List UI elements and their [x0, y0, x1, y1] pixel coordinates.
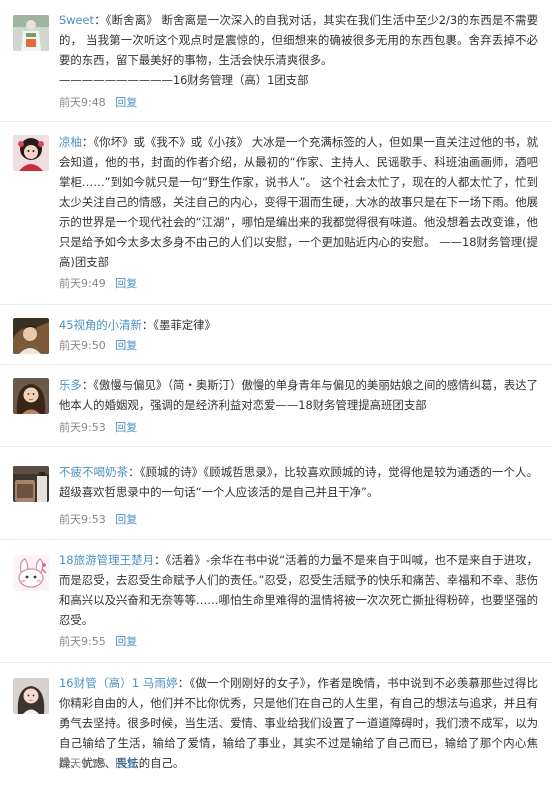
- comment-username[interactable]: 不疲不喝奶茶: [59, 465, 128, 479]
- comment-username[interactable]: 18旅游管理王楚月: [59, 553, 154, 567]
- comment-meta: 前天9:48 回复: [59, 96, 137, 110]
- comment-item: 18旅游管理王楚月：《活着》-余华在书中说“活着的力量不是来自于叫喊，也不是来自…: [0, 540, 552, 663]
- username-separator: ：: [154, 553, 166, 567]
- user-avatar[interactable]: [13, 678, 49, 714]
- username-separator: ：: [177, 676, 190, 690]
- user-avatar[interactable]: [13, 378, 49, 414]
- comment-meta: 前天9:50 回复: [59, 339, 137, 353]
- reply-button[interactable]: 回复: [115, 339, 137, 352]
- reply-button[interactable]: 回复: [115, 635, 137, 648]
- comment-item: 凉柚：《你坏》或《我不》或《小孩》 大冰是一个充满标签的人，但如果一直关注过他的…: [0, 122, 552, 305]
- comment-meta: 前天9:53 回复: [59, 421, 137, 435]
- reply-button[interactable]: 回复: [115, 513, 137, 526]
- comment-body: 《断舍离》 断舍离是一次深入的自我对话，其实在我们生活中至少2/3的东西是不需要…: [59, 13, 538, 87]
- reply-button[interactable]: 回复: [115, 421, 137, 434]
- comment-username[interactable]: 乐多: [59, 378, 82, 392]
- comment-text: 18旅游管理王楚月：《活着》-余华在书中说“活着的力量不是来自于叫喊，也不是来自…: [59, 550, 538, 630]
- comment-body: 《你坏》或《我不》或《小孩》 大冰是一个充满标签的人，但如果一直关注过他的书，就…: [59, 135, 538, 269]
- reply-button[interactable]: 回复: [115, 757, 137, 770]
- comment-item: Sweet：《断舍离》 断舍离是一次深入的自我对话，其实在我们生活中至少2/3的…: [0, 0, 552, 122]
- comment-item: 不疲不喝奶茶：《顾城的诗》《顾城哲思录》，比较喜欢顾城的诗，觉得他是较为通透的一…: [0, 447, 552, 540]
- comment-item: 16财管（高）1 马雨婷：《做一个刚刚好的女子》，作者是晚情，书中说到不必羡慕那…: [0, 663, 552, 789]
- comment-text: 乐多：《傲慢与偏见》（简・奥斯汀）傲慢的单身青年与偏见的美丽姑娘之间的感情纠葛，…: [59, 375, 538, 415]
- comment-text: Sweet：《断舍离》 断舍离是一次深入的自我对话，其实在我们生活中至少2/3的…: [59, 10, 538, 90]
- comment-time: 前天9:53: [59, 513, 106, 526]
- comment-body: 《做一个刚刚好的女子》，作者是晚情，书中说到不必羡慕那些过得比你精彩自由的人，他…: [59, 676, 538, 770]
- comment-username[interactable]: 45视角的小清新: [59, 318, 142, 332]
- comment-text: 凉柚：《你坏》或《我不》或《小孩》 大冰是一个充满标签的人，但如果一直关注过他的…: [59, 132, 538, 272]
- username-separator: ：: [141, 318, 154, 332]
- comment-time: 前天9:53: [59, 421, 106, 434]
- comment-meta: 前天9:56 回复: [59, 757, 137, 771]
- comment-text: 不疲不喝奶茶：《顾城的诗》《顾城哲思录》，比较喜欢顾城的诗，觉得他是较为通透的一…: [59, 462, 538, 502]
- user-avatar[interactable]: [13, 318, 49, 354]
- comment-meta: 前天9:53 回复: [59, 513, 137, 527]
- comment-time: 前天9:49: [59, 277, 106, 290]
- comment-body: 《墨菲定律》: [153, 318, 216, 332]
- username-separator: ：: [94, 13, 106, 27]
- user-avatar[interactable]: [13, 466, 49, 502]
- comment-username[interactable]: 16财管（高）1 马雨婷: [59, 676, 178, 690]
- comment-text: 45视角的小清新：《墨菲定律》: [59, 315, 538, 335]
- user-avatar[interactable]: [13, 135, 49, 171]
- user-avatar[interactable]: [13, 15, 49, 51]
- comment-time: 前天9:48: [59, 96, 106, 109]
- comment-username[interactable]: Sweet: [59, 13, 94, 27]
- comment-time: 前天9:50: [59, 339, 106, 352]
- reply-button[interactable]: 回复: [115, 277, 137, 290]
- comment-item: 乐多：《傲慢与偏见》（简・奥斯汀）傲慢的单身青年与偏见的美丽姑娘之间的感情纠葛，…: [0, 365, 552, 447]
- user-avatar[interactable]: [13, 555, 49, 591]
- comment-time: 前天9:56: [59, 757, 106, 770]
- reply-button[interactable]: 回复: [115, 96, 137, 109]
- comment-meta: 前天9:49 回复: [59, 277, 137, 291]
- comment-username[interactable]: 凉柚: [59, 135, 82, 149]
- comment-meta: 前天9:55 回复: [59, 635, 137, 649]
- comment-item: 45视角的小清新：《墨菲定律》 前天9:50 回复: [0, 305, 552, 365]
- username-separator: ：: [128, 465, 140, 479]
- username-separator: ：: [81, 378, 94, 392]
- username-separator: ：: [81, 135, 94, 149]
- comment-time: 前天9:55: [59, 635, 106, 648]
- comment-body: 《傲慢与偏见》（简・奥斯汀）傲慢的单身青年与偏见的美丽姑娘之间的感情纠葛，表达了…: [59, 378, 538, 412]
